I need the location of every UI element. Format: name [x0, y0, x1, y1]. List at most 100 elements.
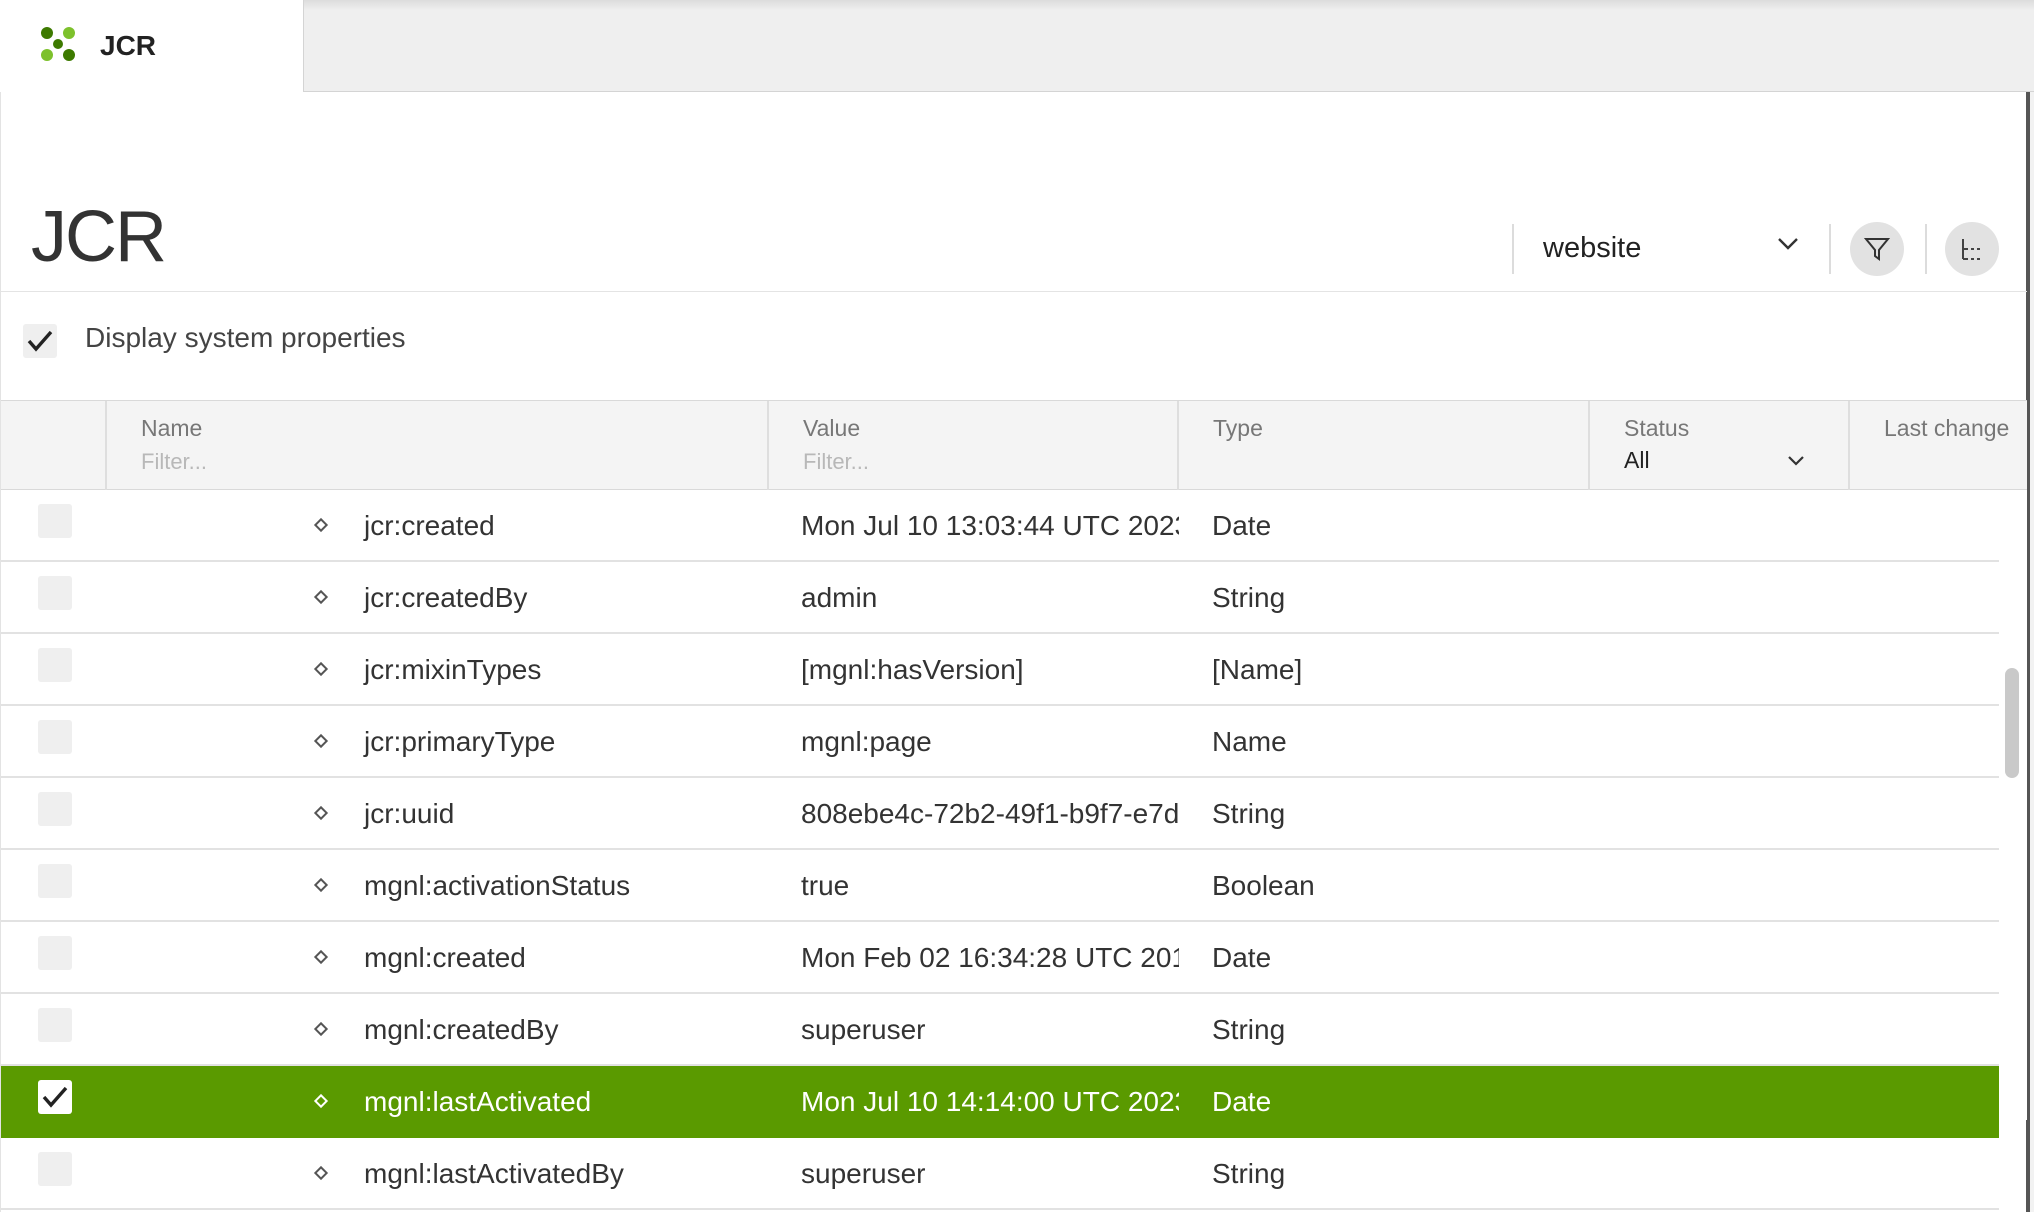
- checkmark-icon: [42, 1086, 68, 1108]
- property-diamond-icon: [313, 517, 329, 533]
- row-checkbox[interactable]: [38, 504, 72, 538]
- tab-label: JCR: [100, 30, 157, 61]
- property-name: mgnl:lastActivated: [364, 1086, 592, 1117]
- column-label-status: Status: [1624, 415, 1690, 441]
- row-checkbox[interactable]: [38, 648, 72, 682]
- table-row[interactable]: jcr:primaryType mgnl:page Name: [1, 706, 1999, 778]
- property-value: Mon Jul 10 14:14:00 UTC 2023: [801, 1086, 1179, 1117]
- property-diamond-icon: [313, 1093, 329, 1109]
- property-name: mgnl:created: [364, 942, 526, 973]
- property-name: mgnl:lastActivatedBy: [364, 1158, 624, 1189]
- table-row[interactable]: mgnl:created Mon Feb 02 16:34:28 UTC 201…: [1, 922, 1999, 994]
- header-divider: [1925, 224, 1927, 274]
- tab-jcr[interactable]: JCR: [0, 0, 304, 92]
- property-type: String: [1212, 1158, 1286, 1189]
- property-diamond-icon: [313, 877, 329, 893]
- display-system-properties-label: Display system properties: [85, 322, 406, 353]
- tree-view-icon: [1962, 239, 1980, 260]
- property-diamond-icon: [313, 805, 329, 821]
- row-checkbox[interactable]: [38, 1080, 72, 1114]
- property-type: String: [1212, 1014, 1286, 1045]
- property-name: jcr:mixinTypes: [364, 654, 542, 685]
- property-value: true: [801, 870, 850, 901]
- property-name: jcr:uuid: [364, 798, 455, 829]
- tree-view-button[interactable]: [1945, 222, 1999, 276]
- column-header-type[interactable]: Type: [1179, 401, 1590, 491]
- property-value: mgnl:page: [801, 726, 932, 757]
- filter-icon: [1863, 238, 1891, 261]
- status-filter-select[interactable]: All: [1624, 447, 1650, 474]
- column-label-type: Type: [1213, 415, 1263, 441]
- property-type: Boolean: [1212, 870, 1315, 901]
- vertical-scrollbar[interactable]: [1999, 490, 2027, 1120]
- column-header-value[interactable]: Value Filter...: [769, 401, 1179, 491]
- table-row[interactable]: jcr:created Mon Jul 10 13:03:44 UTC 2023…: [1, 490, 1999, 562]
- column-header-name[interactable]: Name Filter...: [107, 401, 769, 491]
- column-label-last-change: Last change: [1884, 415, 2010, 441]
- property-diamond-icon: [313, 949, 329, 965]
- property-type: String: [1212, 798, 1286, 829]
- grid-header: Name Filter... Value Filter... Type Stat…: [1, 400, 2027, 491]
- table-row[interactable]: jcr:uuid 808ebe4c-72b2-49f1-b9f7-e7db2 S…: [1, 778, 1999, 850]
- property-diamond-icon: [313, 1165, 329, 1181]
- workspace-select[interactable]: website: [1513, 220, 1809, 276]
- property-list: jcr:created Mon Jul 10 13:03:44 UTC 2023…: [1, 490, 1999, 1210]
- jcr-logo-icon: [41, 27, 75, 61]
- header-divider: [1829, 224, 1831, 274]
- column-label-name: Name: [141, 415, 203, 441]
- row-checkbox[interactable]: [38, 864, 72, 898]
- property-name: mgnl:createdBy: [364, 1014, 559, 1045]
- column-header-select: [1, 401, 107, 491]
- checkmark-icon: [27, 330, 53, 352]
- row-checkbox[interactable]: [38, 936, 72, 970]
- property-type: [Name]: [1212, 654, 1303, 685]
- property-type: String: [1212, 582, 1286, 613]
- filter-button[interactable]: [1850, 222, 1904, 276]
- app-header: JCR website: [1, 92, 2027, 292]
- row-checkbox[interactable]: [38, 1008, 72, 1042]
- property-value: 808ebe4c-72b2-49f1-b9f7-e7db2: [801, 798, 1179, 829]
- row-checkbox[interactable]: [38, 792, 72, 826]
- row-checkbox[interactable]: [38, 1152, 72, 1186]
- table-row[interactable]: jcr:mixinTypes [mgnl:hasVersion] [Name]: [1, 634, 1999, 706]
- property-value: admin: [801, 582, 878, 613]
- property-value: Mon Feb 02 16:34:28 UTC 2015: [801, 942, 1179, 973]
- property-value: superuser: [801, 1158, 926, 1189]
- property-value: Mon Jul 10 13:03:44 UTC 2023: [801, 510, 1179, 541]
- page-title: JCR: [31, 197, 167, 277]
- property-name: jcr:created: [364, 510, 495, 541]
- chevron-down-icon: [1778, 238, 1798, 250]
- property-diamond-icon: [313, 733, 329, 749]
- value-filter-input[interactable]: Filter...: [803, 449, 869, 475]
- row-checkbox[interactable]: [38, 720, 72, 754]
- table-row[interactable]: mgnl:lastActivatedBy superuser String: [1, 1138, 1999, 1210]
- scrollbar-thumb[interactable]: [2005, 668, 2019, 778]
- property-name: jcr:primaryType: [364, 726, 556, 757]
- property-type: Date: [1212, 510, 1272, 541]
- property-diamond-icon: [313, 661, 329, 677]
- property-diamond-icon: [313, 589, 329, 605]
- row-checkbox[interactable]: [38, 576, 72, 610]
- property-diamond-icon: [313, 1021, 329, 1037]
- table-row[interactable]: mgnl:activationStatus true Boolean: [1, 850, 1999, 922]
- name-filter-input[interactable]: Filter...: [141, 449, 207, 475]
- workspace-selected-value: website: [1543, 232, 1642, 264]
- property-name: jcr:createdBy: [364, 582, 528, 613]
- display-system-properties-checkbox[interactable]: [23, 324, 57, 358]
- column-label-value: Value: [803, 415, 861, 441]
- property-type: Date: [1212, 1086, 1272, 1117]
- app-panel: JCR website Display system properties Na…: [0, 92, 2030, 1212]
- property-value: superuser: [801, 1014, 926, 1045]
- property-type: Name: [1212, 726, 1287, 757]
- table-row[interactable]: mgnl:lastActivated Mon Jul 10 14:14:00 U…: [1, 1066, 1999, 1138]
- table-row[interactable]: jcr:createdBy admin String: [1, 562, 1999, 634]
- tab-strip-shadow: [0, 0, 2034, 10]
- property-type: Date: [1212, 942, 1272, 973]
- property-name: mgnl:activationStatus: [364, 870, 631, 901]
- column-header-last-change[interactable]: Last change: [1850, 401, 2027, 491]
- tab-strip: JCR: [0, 0, 2034, 92]
- table-row[interactable]: mgnl:createdBy superuser String: [1, 994, 1999, 1066]
- chevron-down-icon: [1788, 456, 1804, 466]
- column-header-status[interactable]: Status All: [1590, 401, 1850, 491]
- property-value: [mgnl:hasVersion]: [801, 654, 1024, 685]
